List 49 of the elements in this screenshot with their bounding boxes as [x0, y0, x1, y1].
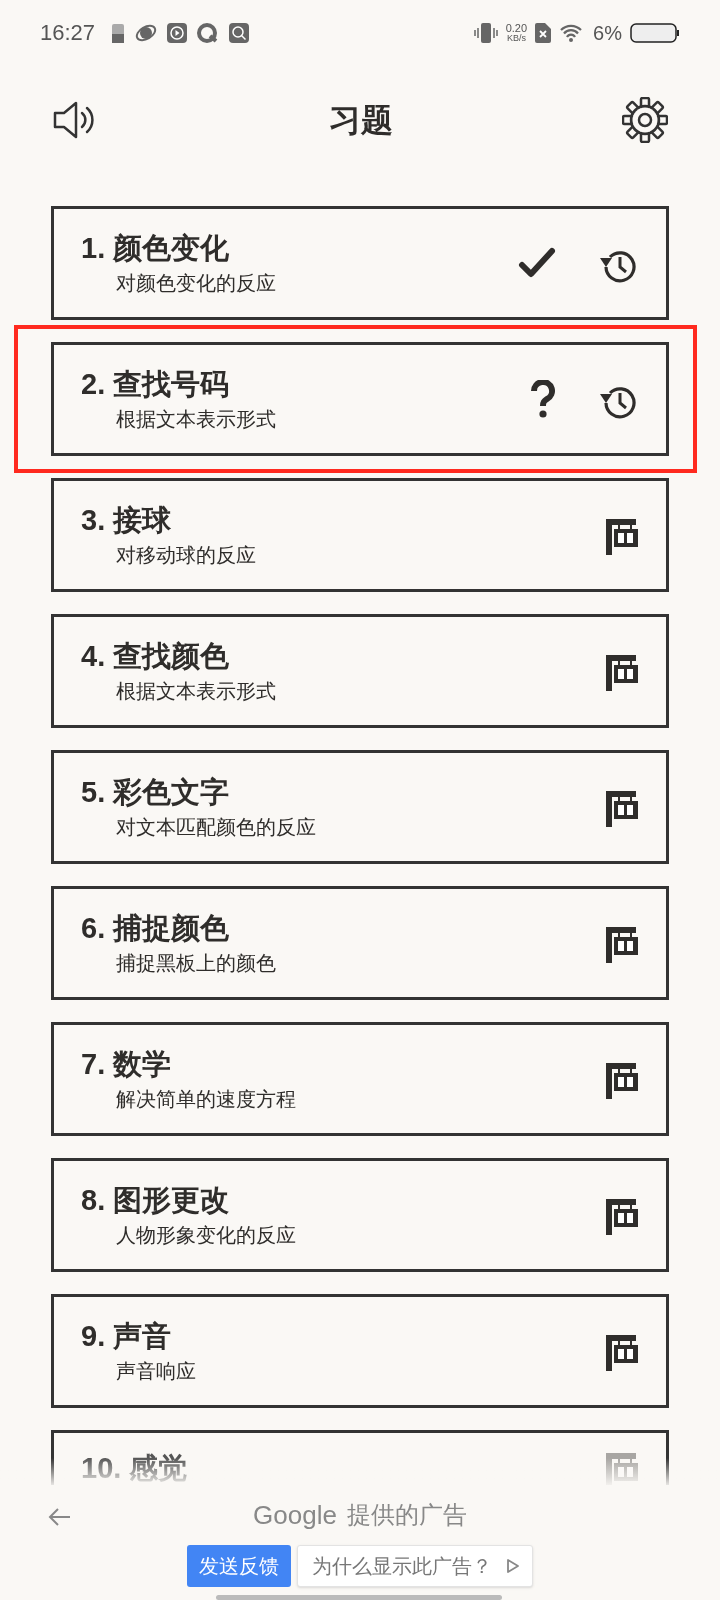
- battery-percent: 6%: [593, 20, 622, 46]
- exercise-title: 4. 查找颜色: [81, 639, 231, 674]
- exercise-title: 10. 感觉: [81, 1450, 189, 1485]
- exercise-title: 9. 声音: [81, 1319, 173, 1354]
- exercise-subtitle: 对文本匹配颜色的反应: [115, 815, 317, 840]
- exercise-card[interactable]: 7. 数学 解决简单的速度方程: [51, 1022, 669, 1136]
- play-app-icon: [167, 22, 188, 43]
- exercise-subtitle: 捕捉黑板上的颜色: [115, 951, 277, 976]
- exercise-card[interactable]: 4. 查找颜色 根据文本表示形式: [51, 614, 669, 728]
- exercise-subtitle: 声音响应: [115, 1359, 197, 1384]
- back-arrow-icon[interactable]: [48, 1507, 72, 1527]
- status-time: 16:27: [40, 19, 96, 47]
- exercise-title: 1. 颜色变化: [81, 231, 231, 266]
- search-app-icon: [229, 22, 250, 43]
- battery-icon: [630, 21, 680, 44]
- wifi-icon: [559, 22, 584, 43]
- exercise-card[interactable]: 2. 查找号码 根据文本表示形式: [51, 342, 669, 456]
- exercise-title: 7. 数学: [81, 1047, 173, 1082]
- q-app-icon: [197, 22, 220, 43]
- exercise-subtitle: 人物形象变化的反应: [115, 1223, 297, 1248]
- exercise-title: 3. 接球: [81, 503, 173, 538]
- net-unit: KB/s: [506, 32, 526, 43]
- exercise-subtitle: 对颜色变化的反应: [115, 271, 277, 296]
- exercise-subtitle: 根据文本表示形式: [115, 407, 277, 432]
- settings-icon[interactable]: [622, 97, 668, 143]
- sim-off-icon: [535, 22, 552, 43]
- exercise-card[interactable]: 6. 捕捉颜色 捕捉黑板上的颜色: [51, 886, 669, 1000]
- battery-saver-icon: [111, 21, 126, 44]
- exercise-title: 2. 查找号码: [81, 367, 231, 402]
- exercise-subtitle: 根据文本表示形式: [115, 679, 277, 704]
- feedback-button[interactable]: 发送反馈: [187, 1545, 291, 1587]
- ad-label: 提供的广告: [346, 1500, 467, 1530]
- exercise-card[interactable]: 5. 彩色文字 对文本匹配颜色的反应: [51, 750, 669, 864]
- exercise-subtitle: 对移动球的反应: [115, 543, 257, 568]
- exercise-card[interactable]: 9. 声音 声音响应: [51, 1294, 669, 1408]
- exercise-title: 6. 捕捉颜色: [81, 911, 231, 946]
- exercise-title: 5. 彩色文字: [81, 775, 231, 810]
- screen-title: 习题: [329, 101, 393, 140]
- exercise-card[interactable]: 8. 图形更改 人物形象变化的反应: [51, 1158, 669, 1272]
- why-ad-button[interactable]: 为什么显示此广告？: [297, 1545, 533, 1587]
- exercise-card[interactable]: 3. 接球 对移动球的反应: [51, 478, 669, 592]
- planet-icon: [135, 22, 158, 43]
- exercise-subtitle: 解决简单的速度方程: [115, 1087, 297, 1112]
- exercise-title: 8. 图形更改: [81, 1183, 231, 1218]
- net-speed: 0.20: [505, 22, 528, 33]
- vibrate-icon: [473, 21, 498, 44]
- ad-choices-icon: [506, 1558, 520, 1574]
- brand-name: Google: [253, 1498, 337, 1532]
- exercise-card[interactable]: 1. 颜色变化 对颜色变化的反应: [51, 206, 669, 320]
